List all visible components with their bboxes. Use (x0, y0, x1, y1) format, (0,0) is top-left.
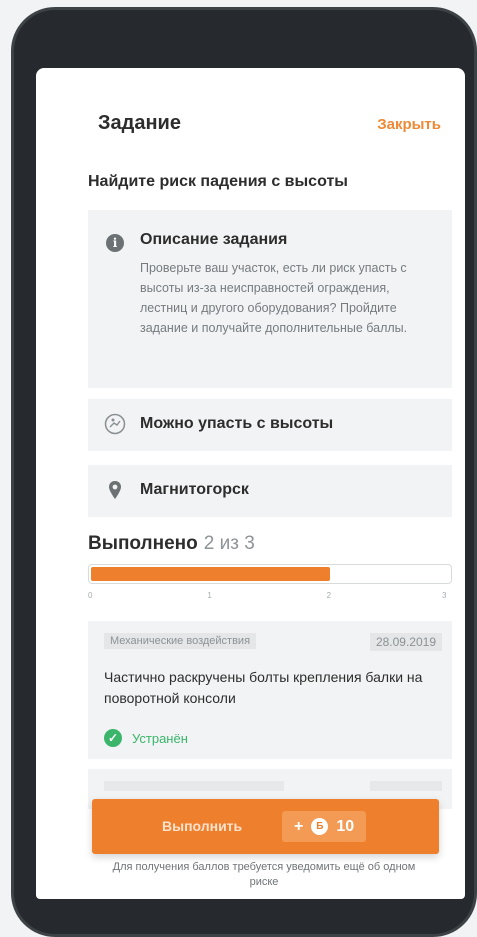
progress-label: Выполнено (88, 533, 198, 554)
progress-heading: Выполнено 2 из 3 (88, 533, 255, 555)
page-title: Задание (98, 112, 181, 134)
bonus-prefix: + (294, 817, 304, 835)
hazard-label: Можно упасть с высоты (140, 415, 334, 432)
check-circle-icon: ✓ (104, 729, 122, 747)
progress-tick: 0 (88, 591, 93, 600)
bonus-value: 10 (336, 817, 355, 835)
location-pin-icon (109, 481, 121, 499)
description-heading: Описание задания (140, 231, 288, 248)
coin-icon: Б (311, 818, 329, 835)
issue-card[interactable]: Механические воздействия 28.09.2019 Част… (88, 621, 452, 759)
description-card: i Описание задания Проверьте ваш участок… (88, 210, 452, 388)
bonus-badge: + Б 10 (282, 811, 367, 842)
task-screen: Задание Закрыть Найдите риск падения с в… (36, 68, 465, 899)
status-badge: ✓ Устранён (104, 729, 188, 747)
close-button[interactable]: Закрыть (377, 116, 441, 133)
progress-fill (91, 567, 330, 581)
progress-tick: 3 (442, 591, 447, 600)
date-badge: 28.09.2019 (369, 633, 442, 651)
location-label: Магнитогорск (140, 481, 249, 498)
phone-frame: Задание Закрыть Найдите риск падения с в… (11, 7, 477, 937)
status-label: Устранён (132, 730, 188, 746)
complete-button[interactable]: Выполнить + Б 10 (92, 799, 439, 854)
progress-bar (88, 564, 452, 584)
fall-hazard-icon (104, 413, 126, 435)
category-placeholder (104, 781, 284, 791)
description-text: Проверьте ваш участок, есть ли риск упас… (140, 261, 408, 335)
info-icon: i (106, 234, 124, 252)
complete-button-label: Выполнить (162, 818, 243, 834)
issue-text: Частично раскручены болты крепления балк… (104, 669, 423, 706)
progress-tick: 2 (326, 591, 332, 600)
date-placeholder (370, 781, 442, 791)
progress-tick: 1 (207, 591, 212, 600)
progress-ticks: 0 1 2 3 (88, 591, 452, 603)
task-title: Найдите риск падения с высоты (88, 173, 348, 190)
category-badge: Механические воздействия (104, 633, 257, 649)
progress-count: 2 из 3 (203, 533, 255, 554)
location-row: Магнитогорск (88, 465, 452, 517)
bonus-note: Для получения баллов требуется уведомить… (112, 861, 416, 888)
hazard-row: Можно упасть с высоты (88, 399, 452, 451)
